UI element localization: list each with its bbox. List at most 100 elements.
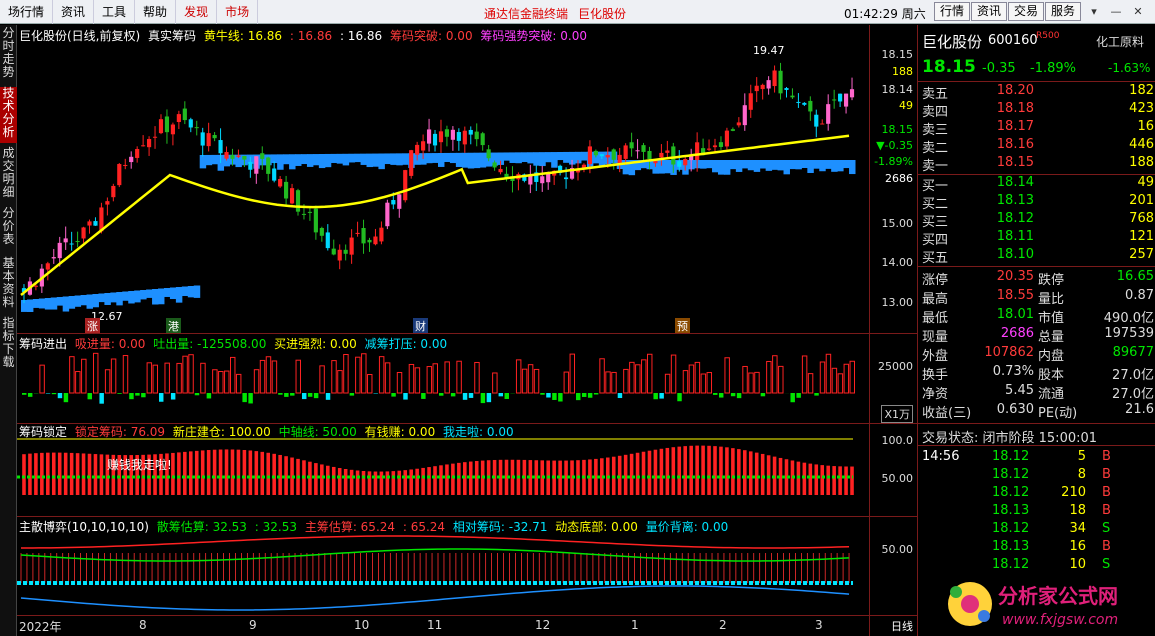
buy-row[interactable]: 买四 18.11 121 — [918, 229, 1155, 248]
menu-market[interactable]: 场行情 — [0, 0, 54, 24]
candle-body — [224, 152, 229, 159]
flow-bar — [825, 353, 832, 394]
candle-body — [236, 155, 241, 157]
pane2-name[interactable]: 筹码进出 — [19, 337, 67, 351]
candle-body — [87, 221, 92, 226]
candle-body — [379, 227, 384, 242]
buy-row[interactable]: 买五 18.10 257 — [918, 247, 1155, 266]
btn-trade[interactable]: 交易 — [1008, 2, 1045, 21]
btn-service[interactable]: 服务 — [1045, 2, 1082, 21]
candle-body — [51, 257, 56, 259]
tick-row[interactable]: 18.12 10 S — [918, 557, 1155, 575]
tab-trades[interactable]: 成交明细 — [0, 147, 17, 203]
pane4-e: 相对筹码: -32.71 — [452, 520, 548, 534]
flow-bar — [22, 393, 27, 395]
stat-label: 涨停 — [922, 273, 949, 288]
sell-row[interactable]: 卖三 18.17 16 — [918, 119, 1155, 138]
flow-bar — [504, 393, 509, 399]
minimize-icon[interactable]: — — [1107, 3, 1125, 20]
tick-row[interactable]: 18.13 16 B — [918, 539, 1155, 557]
buy-row[interactable]: 买一 18.14 49 — [918, 175, 1155, 194]
flow-bar — [129, 393, 134, 400]
tab-price-table[interactable]: 分价表 — [0, 207, 17, 251]
tab-download[interactable]: 指标下载 — [0, 317, 17, 373]
menu-markets[interactable]: 市场 — [217, 0, 259, 24]
chart-area[interactable]: 巨化股份(日线,前复权) 真实筹码 黄牛线: 16.86 : 16.86 : 1… — [17, 25, 917, 636]
tick-volume: 18 — [1069, 503, 1086, 518]
chip-band — [312, 154, 320, 166]
flow-bar — [265, 356, 272, 394]
btn-news[interactable]: 资讯 — [971, 2, 1008, 21]
menu-icon[interactable]: ▾ — [1085, 3, 1103, 20]
menu-info[interactable]: 资讯 — [53, 0, 95, 24]
flow-bar — [414, 367, 421, 394]
flow-bar — [569, 353, 576, 394]
tab-technical[interactable]: 技术分析 — [0, 87, 17, 143]
stat-label: 换手 — [922, 368, 949, 383]
sell-row[interactable]: 卖一 18.15 188 — [918, 155, 1155, 174]
chip-band — [98, 293, 105, 303]
flow-bar — [170, 393, 176, 400]
stat-value: 27.0亿 — [1112, 387, 1154, 402]
candle-body — [748, 93, 753, 110]
stat-value: 21.6 — [1125, 402, 1154, 417]
chip-band — [74, 295, 82, 307]
close-icon[interactable]: ✕ — [1129, 3, 1147, 20]
indicator-name[interactable]: 真实筹码 — [148, 29, 196, 43]
flow-bar — [384, 362, 391, 394]
tick-row[interactable]: 18.12 8 B — [918, 467, 1155, 485]
menu-help[interactable]: 帮助 — [135, 0, 177, 24]
sector[interactable]: 化工原料 — [1096, 33, 1144, 50]
chip-band — [527, 152, 534, 164]
flow-bar — [593, 393, 599, 395]
pane4-name[interactable]: 主散博弈(10,10,10,10) — [19, 520, 149, 534]
level-volume: 188 — [1129, 155, 1154, 170]
btn-quote[interactable]: 行情 — [934, 2, 971, 21]
chip-band — [533, 152, 540, 166]
axis-tick: 49 — [899, 99, 913, 112]
tick-row[interactable]: 18.12 210 B — [918, 485, 1155, 503]
flower-logo — [978, 610, 990, 622]
tab-fundamentals[interactable]: 基本资料 — [0, 257, 17, 313]
promo-link[interactable]: 通达信金融终端 — [484, 5, 568, 22]
pane3-name[interactable]: 筹码锁定 — [19, 425, 67, 439]
flow-bar — [135, 393, 140, 396]
tick-price: 18.12 — [992, 521, 1030, 536]
axis-tick: 15.00 — [881, 217, 914, 230]
candle-body — [563, 177, 569, 180]
flow-bar — [319, 365, 325, 394]
tick-row[interactable]: 18.13 18 B — [918, 503, 1155, 521]
chip-band — [438, 153, 445, 167]
level-volume: 16 — [1137, 119, 1154, 134]
candle-body — [45, 263, 50, 270]
chip-band — [700, 160, 707, 169]
candle-body — [135, 149, 140, 158]
chip-band — [795, 160, 802, 170]
flow-bar — [742, 365, 748, 394]
tick-row[interactable]: 14:56 18.12 5 B — [918, 449, 1155, 467]
flow-bar — [444, 361, 450, 394]
flow-bar — [396, 372, 403, 394]
level-label: 买一 — [922, 179, 949, 194]
candle-body — [421, 141, 426, 151]
sell-row[interactable]: 卖五 18.20 182 — [918, 83, 1155, 102]
unit-box[interactable]: X1万 — [881, 405, 913, 423]
buy-row[interactable]: 买三 18.12 768 — [918, 211, 1155, 230]
flow-bar — [814, 393, 819, 396]
flow-bar — [301, 393, 307, 400]
chip-band — [426, 153, 433, 164]
menu-discover[interactable]: 发现 — [176, 0, 218, 24]
flow-bar — [552, 393, 557, 400]
sell-row[interactable]: 卖二 18.16 446 — [918, 137, 1155, 156]
stat-value: 5.45 — [1005, 383, 1034, 398]
tab-intraday[interactable]: 分时走势 — [0, 27, 17, 83]
period-label[interactable]: 日线 — [891, 618, 913, 634]
x-tick: 12 — [535, 618, 551, 632]
separator — [918, 423, 1155, 424]
menu-tools[interactable]: 工具 — [94, 0, 136, 24]
promo-stock[interactable]: 巨化股份 — [578, 5, 626, 22]
buy-row[interactable]: 买二 18.13 201 — [918, 193, 1155, 212]
sell-row[interactable]: 卖四 18.18 423 — [918, 101, 1155, 120]
relative-chip-line — [20, 585, 850, 611]
tick-row[interactable]: 18.12 34 S — [918, 521, 1155, 539]
